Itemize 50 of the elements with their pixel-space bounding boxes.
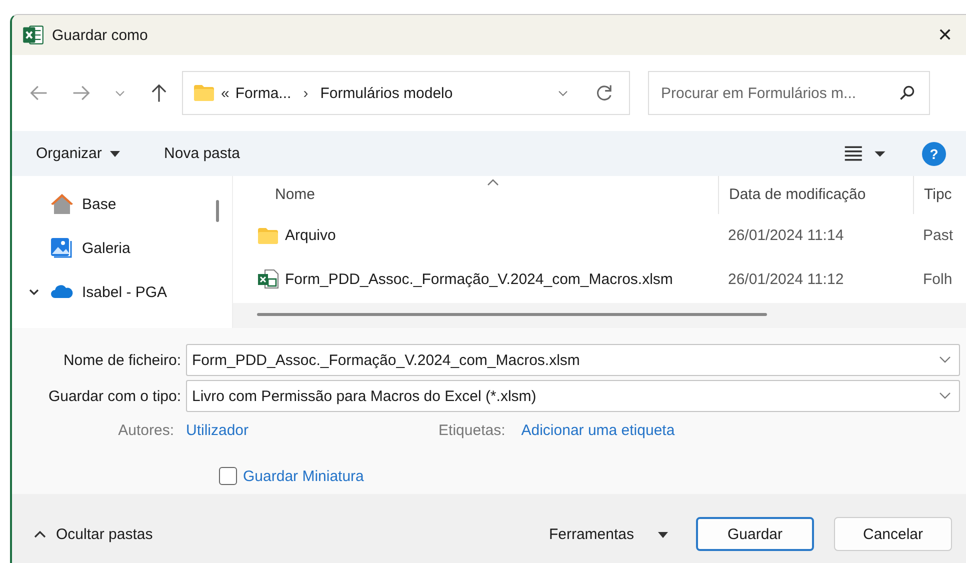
search-field[interactable]: Procurar em Formulários m...: [648, 71, 930, 115]
search-icon: [898, 84, 916, 102]
file-name-cell[interactable]: Form_PDD_Assoc._Formação_V.2024_com_Macros.xlsm: [233, 269, 718, 290]
breadcrumb-item[interactable]: Formulários modelo: [320, 84, 453, 102]
window-title: Guardar como: [52, 26, 148, 44]
home-icon: [50, 193, 74, 215]
checkbox-label[interactable]: Guardar Miniatura: [243, 468, 364, 484]
date-cell-text: 26/01/2024 11:14: [727, 227, 845, 244]
spreadsheet-file-icon: [257, 269, 279, 290]
authors-label: Autores:: [117, 422, 175, 439]
add-tag-link[interactable]: Adicionar uma etiqueta: [521, 422, 675, 439]
scrollbar-thumb[interactable]: [257, 313, 767, 316]
caret-icon: [110, 151, 120, 158]
new-folder-button[interactable]: Nova pasta: [156, 141, 248, 166]
file-name-cell[interactable]: Arquivo: [233, 226, 718, 246]
help-button[interactable]: ?: [922, 142, 946, 166]
field-label: Nome de ficheiro:: [62, 352, 182, 368]
sidebar-item[interactable]: Galeria: [12, 226, 232, 270]
file-name-field[interactable]: Form_PDD_Assoc._Formação_V.2024_com_Macros.xlsm: [186, 344, 960, 376]
column-header[interactable]: Data de modificação: [718, 176, 913, 214]
folder-icon: [193, 84, 215, 102]
breadcrumb-item[interactable]: Forma...: [235, 84, 292, 102]
caret-icon: [658, 532, 668, 538]
sidebar-item[interactable]: Isabel - PGA: [12, 270, 232, 314]
cancel-button[interactable]: Cancelar: [834, 517, 952, 551]
gallery-icon: [50, 237, 74, 259]
type-cell-text: Folh: [922, 270, 954, 288]
column-header[interactable]: Tipc: [913, 176, 966, 214]
save-button[interactable]: Guardar: [696, 517, 814, 551]
field-label: Guardar com o tipo:: [47, 388, 182, 404]
organize-button[interactable]: Organizar: [28, 141, 128, 166]
breadcrumb-separator: ›: [303, 84, 308, 102]
close-button[interactable]: ✕: [922, 15, 966, 55]
column-header[interactable]: Nome: [233, 176, 718, 214]
file-type-dropdown[interactable]: Livro com Permissão para Macros do Excel (*.xlsm): [186, 380, 960, 412]
view-menu-icon[interactable]: [842, 145, 886, 162]
tags-label: Etiquetas:: [438, 422, 506, 439]
sort-caret-icon: [487, 178, 499, 186]
address-bar[interactable]: « Forma... › Formulários modelo: [182, 71, 630, 115]
folder-icon: [257, 226, 279, 246]
authors-link[interactable]: Utilizador: [186, 422, 249, 439]
date-cell-text: 26/01/2024 11:12: [727, 270, 845, 288]
tools-dropdown[interactable]: Ferramentas: [542, 524, 674, 544]
sidebar-item[interactable]: Base: [12, 182, 232, 226]
hide-folders-button[interactable]: Ocultar pastas: [28, 524, 159, 544]
spreadsheet-app-icon: [22, 24, 44, 46]
checkbox[interactable]: [219, 467, 237, 485]
chevron-up-icon: [34, 530, 46, 538]
type-cell-text: Past: [922, 227, 954, 244]
overflow-chevron[interactable]: «: [221, 84, 230, 102]
